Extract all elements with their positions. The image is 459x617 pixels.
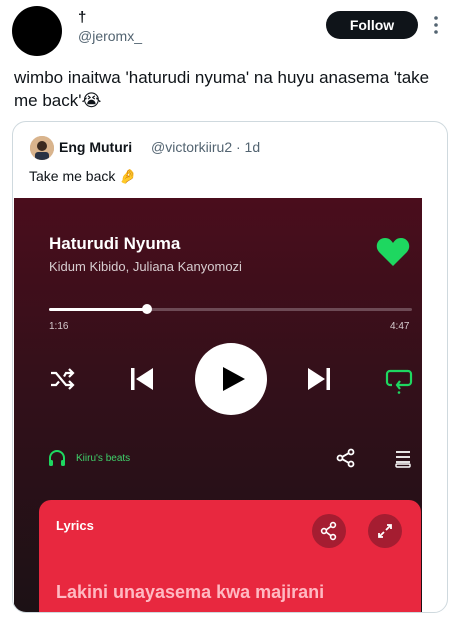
quoted-author-avatar [30, 136, 54, 160]
time-elapsed: 1:16 [49, 321, 69, 332]
follow-button[interactable]: Follow [326, 11, 418, 39]
next-icon [308, 368, 330, 390]
lyrics-label: Lyrics [56, 518, 94, 533]
progress-fill [49, 308, 147, 311]
lyrics-expand-button [368, 514, 402, 548]
progress-knob [142, 304, 152, 314]
share-icon [336, 448, 355, 468]
quoted-tweet-text: Take me back 🤌 [29, 168, 137, 184]
more-options-icon[interactable] [430, 14, 442, 36]
quoted-author-handle: @victorkiiru2 · 1d [151, 139, 261, 155]
headphones-icon [49, 450, 65, 466]
lyrics-card: Lyrics Lakini unayasema kwa majirani [39, 500, 421, 612]
author-display-name[interactable]: † [78, 10, 86, 26]
heart-icon [376, 238, 410, 266]
queue-icon [395, 451, 411, 468]
author-avatar[interactable] [12, 6, 62, 56]
play-icon [223, 367, 245, 391]
lyric-line: Lakini unayasema kwa majirani [56, 582, 325, 602]
author-handle[interactable]: @jeromx_ [78, 28, 142, 44]
repeat-icon [385, 369, 413, 394]
quoted-tweet[interactable]: Eng Muturi @victorkiiru2 · 1d Take me ba… [12, 121, 448, 613]
tweet-text: wimbo inaitwa 'haturudi nyuma' na huyu a… [14, 68, 430, 110]
person-icon [30, 136, 54, 160]
quoted-author-name: Eng Muturi [59, 139, 133, 155]
expand-icon [378, 524, 392, 538]
time-total: 4:47 [390, 321, 410, 332]
share-icon [320, 521, 337, 541]
lyrics-share-button [312, 514, 346, 548]
previous-icon [131, 368, 153, 390]
song-artists: Kidum Kibido, Juliana Kanyomozi [49, 259, 242, 274]
play-button [195, 343, 267, 415]
music-player-image: Haturudi Nyuma Kidum Kibido, Juliana Kan… [14, 198, 422, 612]
song-title: Haturudi Nyuma [49, 234, 181, 253]
shuffle-icon [51, 368, 75, 390]
connected-device-label: Kiiru's beats [76, 453, 131, 464]
